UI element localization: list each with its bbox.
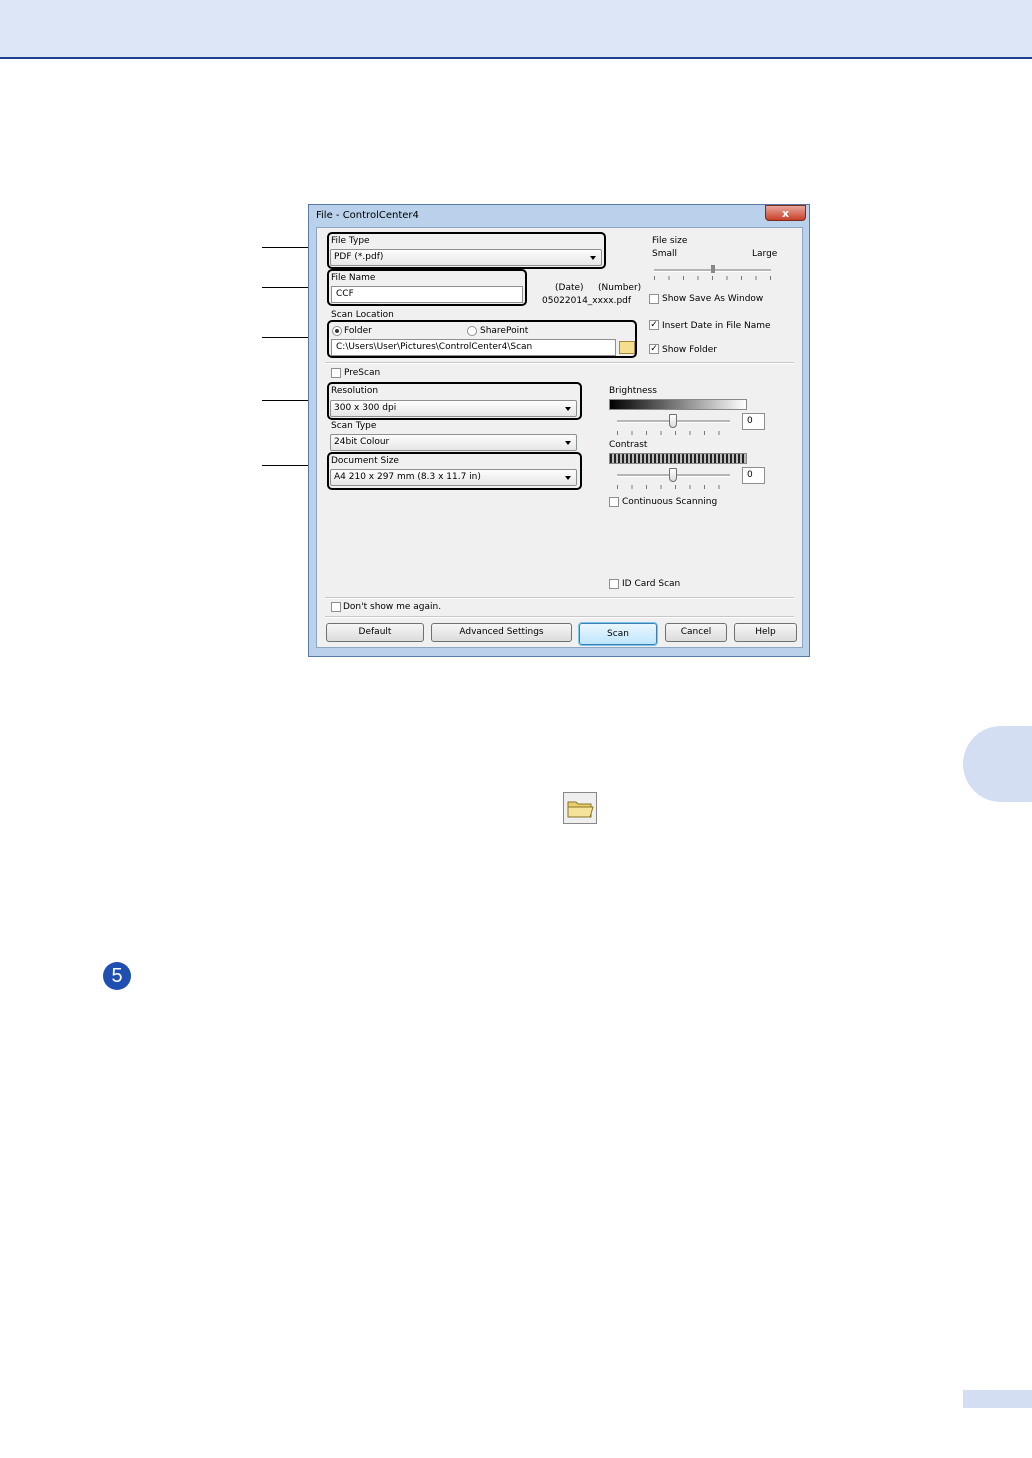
id-card-scan-checkbox[interactable] bbox=[609, 579, 619, 589]
file-size-small-label: Small bbox=[652, 249, 677, 259]
show-save-as-checkbox[interactable] bbox=[649, 294, 659, 304]
page-number-tab bbox=[963, 1390, 1032, 1408]
folder-icon-graphic bbox=[567, 801, 594, 818]
chevron-down-icon bbox=[565, 441, 571, 445]
brightness-value-input[interactable]: 0 bbox=[742, 413, 765, 430]
brightness-ticks bbox=[617, 431, 730, 435]
separator-bottom bbox=[325, 616, 794, 618]
highlight-resolution bbox=[327, 382, 582, 420]
advanced-settings-button[interactable]: Advanced Settings bbox=[431, 623, 572, 642]
default-button[interactable]: Default bbox=[326, 623, 424, 642]
dialog-title: File - ControlCenter4 bbox=[316, 210, 419, 221]
prescan-label: PreScan bbox=[344, 368, 381, 378]
contrast-ticks bbox=[617, 485, 730, 489]
checkmark-icon: ✓ bbox=[650, 344, 658, 354]
dont-show-checkbox[interactable] bbox=[331, 602, 341, 612]
highlight-file-name bbox=[327, 269, 527, 306]
separator-middle bbox=[325, 597, 794, 599]
scan-location-label: Scan Location bbox=[331, 310, 394, 320]
scan-type-value: 24bit Colour bbox=[334, 437, 390, 447]
file-name-preview: 05022014_xxxx.pdf bbox=[542, 296, 632, 306]
contrast-pattern bbox=[609, 453, 747, 464]
prescan-checkbox[interactable] bbox=[331, 368, 341, 378]
cancel-button[interactable]: Cancel bbox=[665, 623, 727, 642]
date-label: (Date) bbox=[555, 283, 584, 293]
highlight-file-type bbox=[327, 232, 606, 269]
page-header-band bbox=[0, 0, 1032, 59]
contrast-label: Contrast bbox=[609, 440, 648, 450]
file-size-label: File size bbox=[652, 236, 688, 246]
scan-button[interactable]: Scan bbox=[578, 622, 658, 646]
file-size-slider-thumb[interactable] bbox=[711, 265, 715, 273]
scan-type-select[interactable]: 24bit Colour bbox=[330, 434, 577, 451]
scan-type-label: Scan Type bbox=[331, 421, 377, 431]
highlight-scan-location bbox=[327, 320, 637, 358]
close-button[interactable]: x bbox=[765, 205, 806, 221]
file-size-ticks bbox=[654, 276, 771, 280]
chapter-tab bbox=[963, 726, 1032, 802]
show-save-as-label: Show Save As Window bbox=[662, 294, 764, 304]
brightness-slider-thumb[interactable] bbox=[669, 414, 677, 428]
show-folder-checkbox[interactable]: ✓ bbox=[649, 344, 659, 354]
number-label: (Number) bbox=[598, 283, 642, 293]
step-number-icon: 5 bbox=[103, 962, 131, 990]
continuous-scanning-checkbox[interactable] bbox=[609, 497, 619, 507]
id-card-scan-label: ID Card Scan bbox=[622, 579, 681, 589]
brightness-gradient bbox=[609, 399, 747, 410]
dont-show-label: Don't show me again. bbox=[343, 602, 442, 612]
contrast-value-input[interactable]: 0 bbox=[742, 467, 765, 484]
contrast-slider-thumb[interactable] bbox=[669, 468, 677, 482]
file-size-large-label: Large bbox=[752, 249, 778, 259]
help-button[interactable]: Help bbox=[734, 623, 797, 642]
folder-icon bbox=[563, 792, 597, 824]
insert-date-label: Insert Date in File Name bbox=[662, 321, 771, 331]
separator-top bbox=[325, 362, 794, 364]
show-folder-label: Show Folder bbox=[662, 345, 717, 355]
brightness-label: Brightness bbox=[609, 386, 657, 396]
continuous-scanning-label: Continuous Scanning bbox=[622, 497, 718, 507]
checkmark-icon: ✓ bbox=[650, 320, 658, 330]
highlight-document-size bbox=[327, 452, 582, 490]
insert-date-checkbox[interactable]: ✓ bbox=[649, 320, 659, 330]
